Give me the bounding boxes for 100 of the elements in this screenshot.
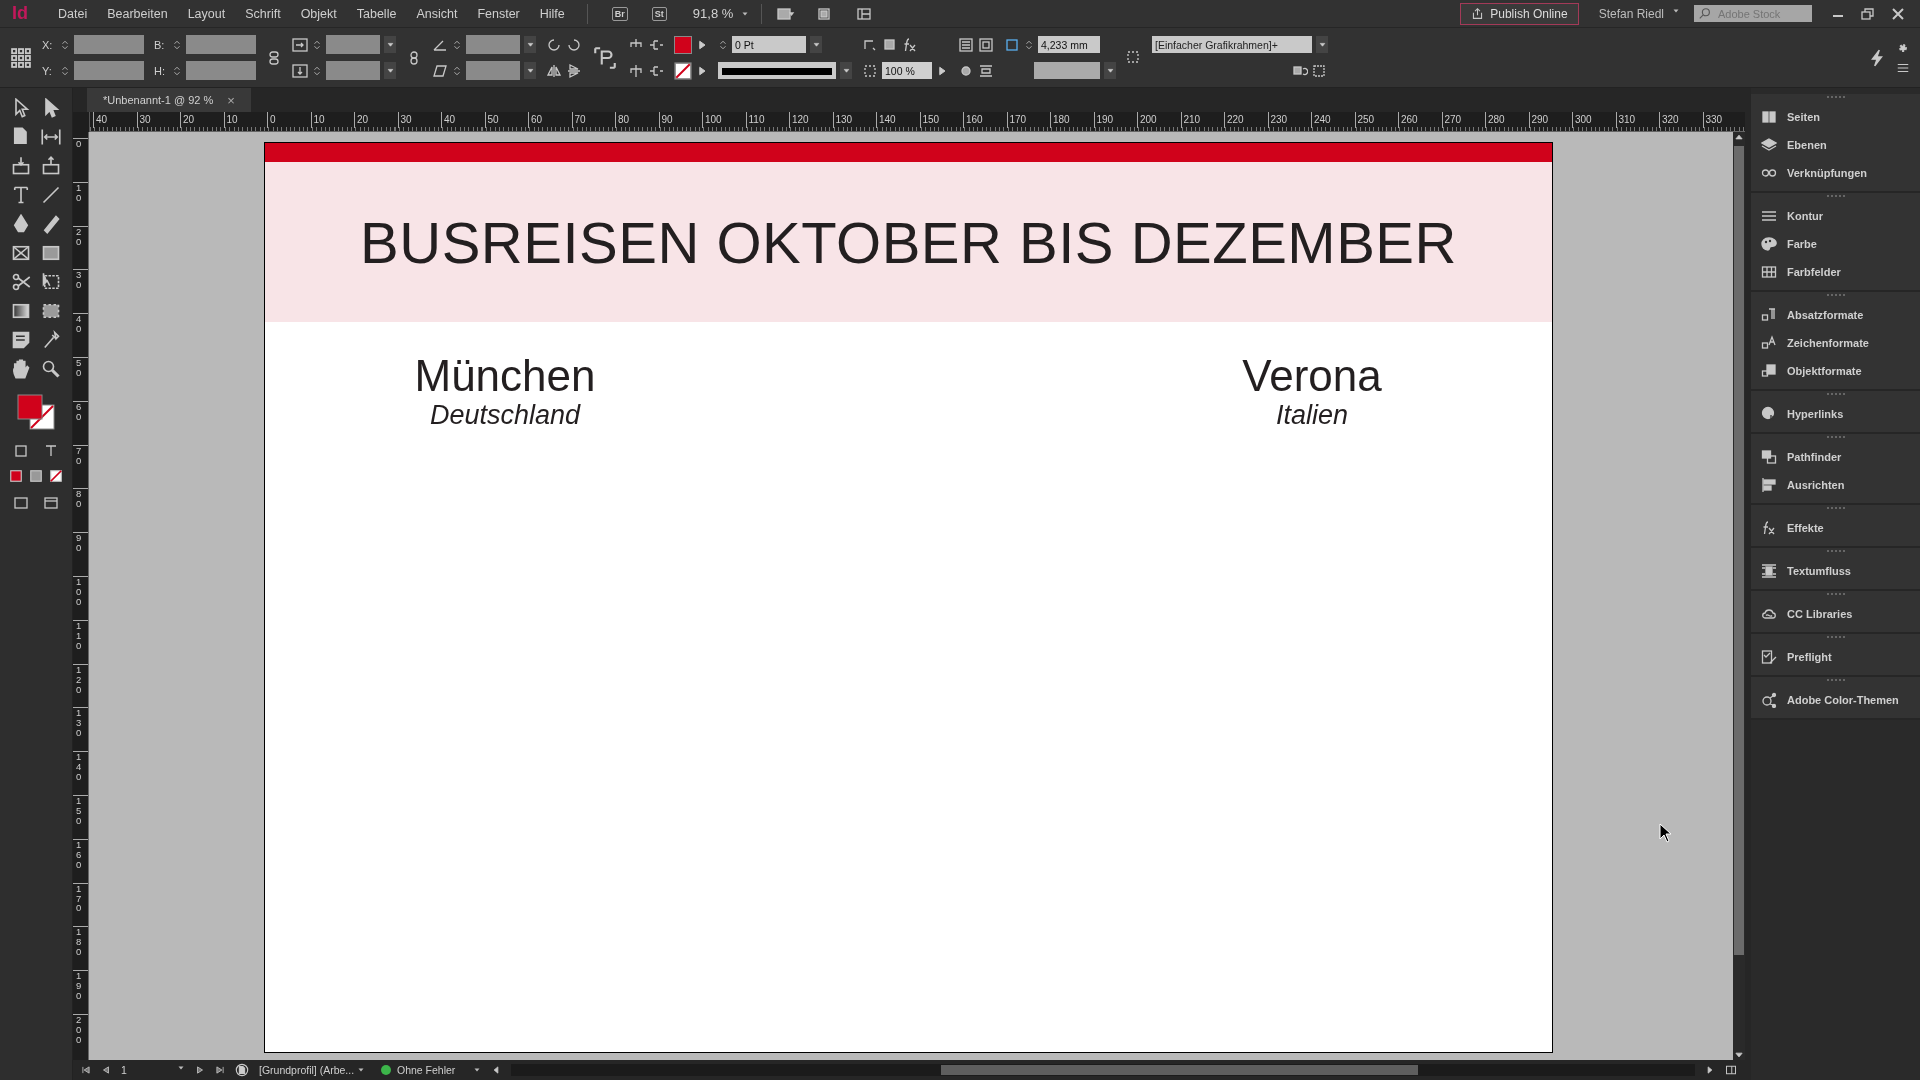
panel-item[interactable]: Kontur	[1751, 202, 1920, 230]
last-page-icon[interactable]	[215, 1065, 225, 1075]
flip-vertical-icon[interactable]	[566, 62, 582, 79]
input-field[interactable]	[186, 61, 256, 80]
panel-item[interactable]: Objektformate	[1751, 357, 1920, 385]
caret-icon[interactable]	[525, 66, 535, 75]
wrap-around-icon[interactable]	[978, 36, 994, 53]
menu-item[interactable]: Objekt	[290, 3, 347, 24]
screen-mode-icon[interactable]	[774, 5, 797, 22]
restore-icon[interactable]	[1860, 5, 1876, 22]
scale-x-icon[interactable]	[292, 36, 308, 53]
play-icon[interactable]	[936, 64, 948, 77]
scroll-left-icon[interactable]	[491, 1065, 501, 1075]
caret-icon[interactable]	[357, 1066, 366, 1074]
menu-item[interactable]: Hilfe	[529, 3, 575, 24]
caret-icon[interactable]	[1317, 40, 1327, 49]
input-field[interactable]	[326, 35, 380, 54]
select-frame-icon[interactable]	[1312, 62, 1328, 79]
scroll-right-icon[interactable]	[1705, 1065, 1715, 1075]
frame-size-icon[interactable]	[1004, 36, 1020, 53]
opacity-field[interactable]: 100 %	[882, 62, 932, 79]
flip-horizontal-icon[interactable]	[546, 62, 562, 79]
panel-item[interactable]: Ausrichten	[1751, 471, 1920, 499]
caret-icon[interactable]	[525, 40, 535, 49]
preview-mode-icon[interactable]	[43, 495, 59, 511]
close-tab-button[interactable]: ×	[227, 92, 235, 108]
shear-icon[interactable]	[432, 62, 448, 79]
wrap-bounding-icon[interactable]	[958, 36, 974, 53]
play-icon[interactable]	[696, 38, 708, 51]
document-tab[interactable]: *Unbenannt-1 @ 92 % ×	[87, 88, 251, 112]
profile-dropdown[interactable]: [Grundprofil] (Arbe...	[259, 1064, 371, 1076]
menu-item[interactable]: Ansicht	[406, 3, 468, 24]
play-icon[interactable]	[696, 64, 708, 77]
pencil-tool-icon[interactable]	[41, 214, 61, 234]
formatting-text-icon[interactable]	[43, 443, 59, 459]
panel-item[interactable]: Zeichenformate	[1751, 329, 1920, 357]
object-style-dropdown[interactable]: [Einfacher Grafikrahmen]+	[1152, 36, 1312, 53]
apply-color-icon[interactable]	[9, 469, 23, 483]
caret-icon[interactable]	[385, 40, 395, 49]
free-transform-icon[interactable]	[41, 272, 61, 292]
stroke-weight-field[interactable]: 0 Pt	[732, 36, 806, 53]
content-collector-icon[interactable]	[11, 156, 31, 176]
bridge-button[interactable]: Br	[611, 6, 628, 21]
zoom-icon[interactable]	[41, 359, 61, 379]
caret-icon[interactable]	[473, 1066, 481, 1074]
rectangle-tool-icon[interactable]	[41, 243, 61, 263]
note-tool-icon[interactable]	[11, 330, 31, 350]
normal-mode-icon[interactable]	[13, 495, 29, 511]
gradient-swatch-icon[interactable]	[11, 301, 31, 321]
gap-tool-icon[interactable]	[41, 127, 61, 147]
menu-item[interactable]: Bearbeiten	[97, 3, 178, 24]
fx-icon[interactable]	[902, 36, 918, 53]
lightning-icon[interactable]	[1868, 48, 1886, 67]
type-tool-icon[interactable]	[11, 185, 31, 205]
input-field[interactable]	[74, 35, 144, 54]
opacity-icon[interactable]	[862, 62, 878, 79]
panel-item[interactable]: Ebenen	[1751, 131, 1920, 159]
publish-online-button[interactable]: Publish Online	[1460, 2, 1579, 25]
page-number-field[interactable]: 1	[121, 1064, 185, 1076]
panel-item[interactable]: Seiten	[1751, 103, 1920, 131]
drop-shadow-icon[interactable]	[882, 36, 898, 53]
first-page-icon[interactable]	[81, 1065, 91, 1075]
caret-icon[interactable]	[841, 66, 851, 75]
panel-item[interactable]: Pathfinder	[1751, 443, 1920, 471]
rotate-ccw-icon[interactable]	[566, 36, 582, 53]
gradient-feather-icon[interactable]	[41, 301, 61, 321]
close-icon[interactable]	[1890, 5, 1906, 22]
line-tool-icon[interactable]	[41, 185, 61, 205]
stroke-type-dropdown[interactable]	[718, 62, 836, 79]
input-field[interactable]	[466, 61, 520, 80]
split-window-icon[interactable]	[1725, 1064, 1737, 1076]
user-menu[interactable]: Stefan Riedl	[1598, 6, 1680, 21]
caret-icon[interactable]	[811, 40, 821, 49]
input-field[interactable]	[326, 61, 380, 80]
panel-item[interactable]: Farbe	[1751, 230, 1920, 258]
frame-tool-icon[interactable]	[11, 243, 31, 263]
scissors-icon[interactable]	[11, 272, 31, 292]
apply-gradient-icon[interactable]	[29, 469, 43, 483]
menu-item[interactable]: Schrift	[235, 3, 291, 24]
size-field[interactable]: 4,233 mm	[1038, 36, 1100, 53]
input-field[interactable]	[74, 61, 144, 80]
caret-icon[interactable]	[385, 66, 395, 75]
menu-item[interactable]: Datei	[48, 3, 98, 24]
content-placer-icon[interactable]	[41, 156, 61, 176]
rotate-cw-icon[interactable]	[546, 36, 562, 53]
panel-item[interactable]: Verknüpfungen	[1751, 159, 1920, 187]
scrollbar-thumb[interactable]	[1734, 146, 1744, 955]
input-field[interactable]	[1034, 62, 1100, 79]
zoom-level[interactable]: 91,8 %	[692, 6, 750, 21]
document-icon[interactable]	[235, 1063, 249, 1077]
panel-item[interactable]: Absatzformate	[1751, 301, 1920, 329]
constrain-icon[interactable]	[266, 49, 282, 66]
caret-icon[interactable]	[177, 1064, 185, 1072]
next-page-icon[interactable]	[195, 1065, 205, 1075]
input-field[interactable]	[466, 35, 520, 54]
menu-item[interactable]: Fenster	[467, 3, 530, 24]
scrollbar-thumb[interactable]	[941, 1065, 1418, 1075]
preflight-status[interactable]: Ohne Fehler	[381, 1064, 481, 1076]
formatting-container-icon[interactable]	[13, 443, 29, 459]
wrap-column-icon[interactable]	[978, 62, 994, 79]
